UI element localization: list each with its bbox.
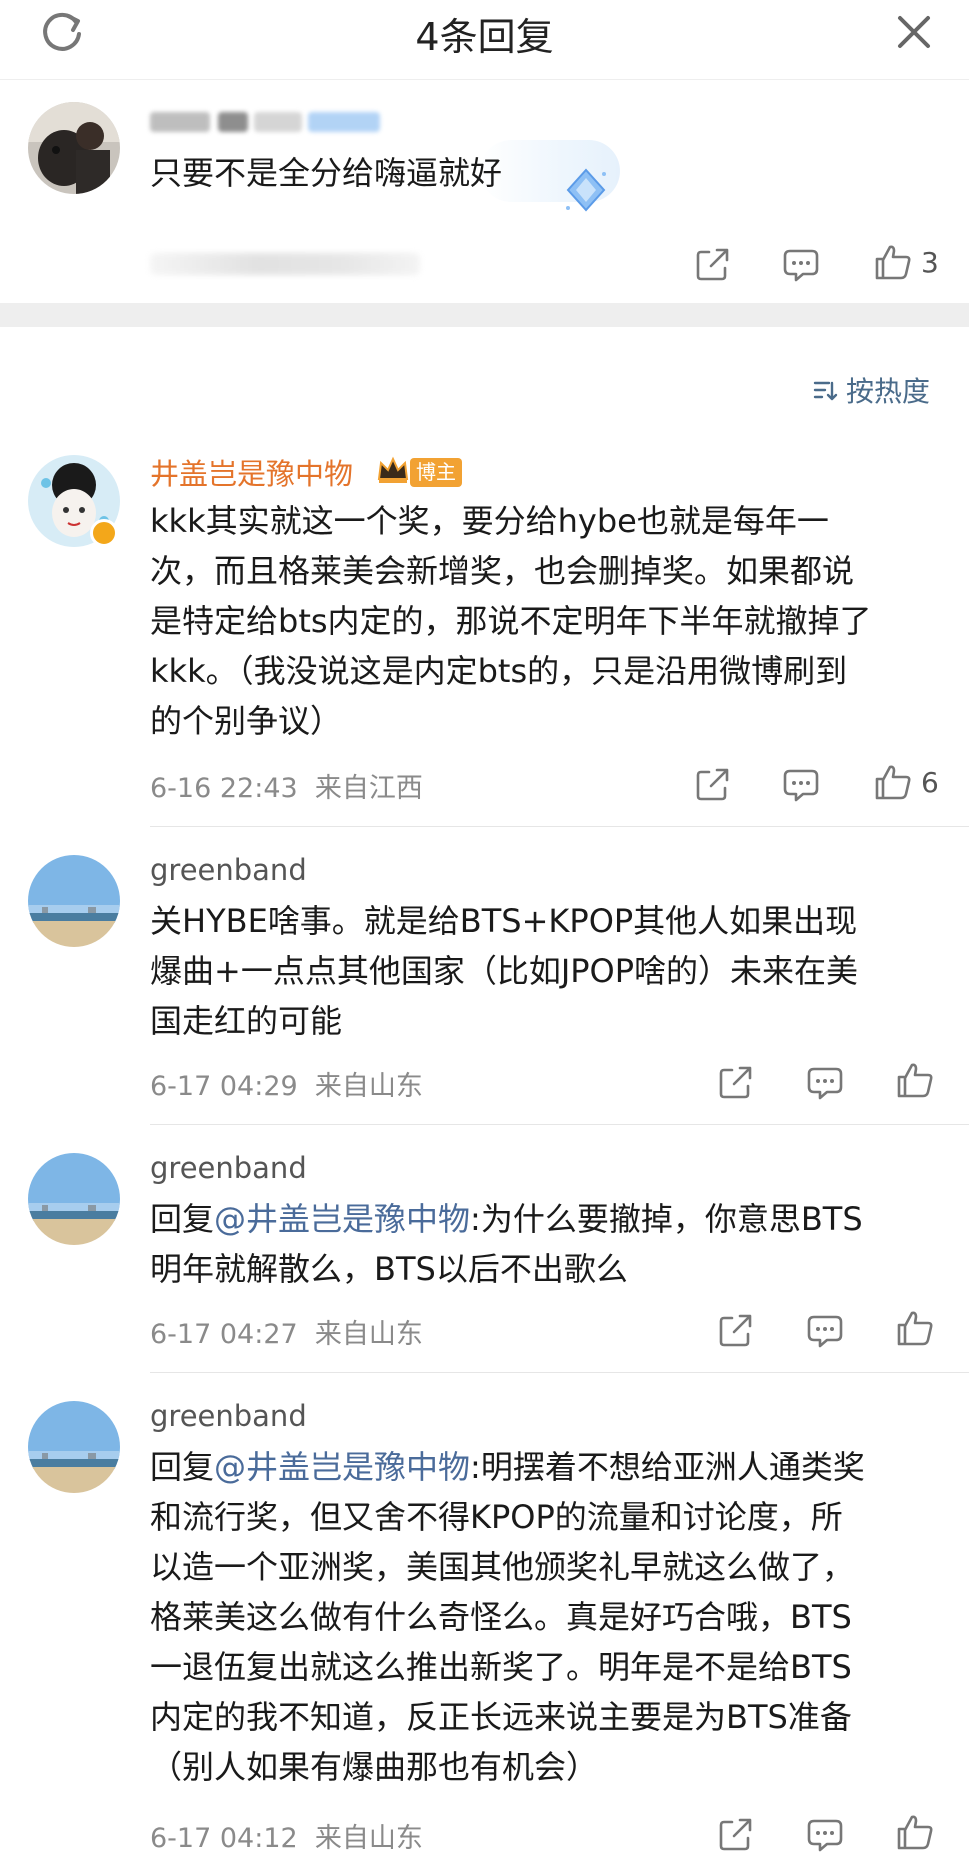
avatar[interactable] <box>28 1401 120 1493</box>
reply-text: 关HYBE啥事。就是给BTS+KPOP其他人如果出现 爆曲+一点点其他国家（比如… <box>150 902 859 1040</box>
reply-text: 回复@井盖岂是豫中物:为什么要撤掉，你意思BTS 明年就解散么，BTS以后不出歌… <box>150 1200 863 1288</box>
section-gap <box>0 303 969 327</box>
like-icon[interactable] <box>895 1812 935 1852</box>
close-icon[interactable] <box>890 8 938 56</box>
sort-icon[interactable] <box>812 377 840 405</box>
share-icon[interactable] <box>716 1310 756 1350</box>
comment-icon[interactable] <box>805 1814 845 1854</box>
blogger-tag: 博主 <box>410 458 462 487</box>
reply-author[interactable]: greenband <box>150 1151 307 1185</box>
reply-meta: 6-17 04:12 来自山东 <box>150 1823 423 1854</box>
like-icon[interactable] <box>895 1060 935 1100</box>
divider <box>150 1124 969 1125</box>
reply-author[interactable]: 井盖岂是豫中物 <box>150 451 353 493</box>
reply-meta: 6-16 22:43 来自江西 <box>150 773 423 804</box>
diamond-icon <box>560 164 612 216</box>
reply-text: 回复@井盖岂是豫中物:明摆着不想给亚洲人通类奖 和流行奖，但又舍不得KPOP的流… <box>150 1448 865 1786</box>
reply-author[interactable]: greenband <box>150 1399 307 1433</box>
blurred-username <box>150 108 380 136</box>
comment-text: 只要不是全分给嗨逼就好 <box>150 154 503 192</box>
like-icon[interactable] <box>873 242 913 282</box>
comment-icon[interactable] <box>781 244 821 284</box>
sort-by-hot-button[interactable]: 按热度 <box>846 370 930 410</box>
reply-header: 4条回复 <box>0 0 969 80</box>
like-count: 3 <box>921 246 939 279</box>
divider <box>150 826 969 827</box>
comment-icon[interactable] <box>805 1062 845 1102</box>
avatar[interactable] <box>28 1153 120 1245</box>
avatar[interactable] <box>28 855 120 947</box>
divider <box>150 1372 969 1373</box>
reply-meta: 6-17 04:27 来自山东 <box>150 1319 423 1350</box>
like-icon[interactable] <box>895 1308 935 1348</box>
like-count: 6 <box>921 766 939 799</box>
like-icon[interactable] <box>873 762 913 802</box>
share-icon[interactable] <box>716 1062 756 1102</box>
share-icon[interactable] <box>693 764 733 804</box>
verified-badge-icon <box>90 519 118 547</box>
page-title: 4条回复 <box>415 15 554 59</box>
share-icon[interactable] <box>693 244 733 284</box>
mention-link[interactable]: @井盖岂是豫中物 <box>214 1448 470 1486</box>
blurred-timestamp <box>150 253 420 275</box>
reply-meta: 6-17 04:29 来自山东 <box>150 1071 423 1102</box>
mention-link[interactable]: @井盖岂是豫中物 <box>214 1200 470 1238</box>
comment-icon[interactable] <box>805 1310 845 1350</box>
comment-icon[interactable] <box>781 764 821 804</box>
share-icon[interactable] <box>716 1814 756 1854</box>
crown-icon <box>376 455 410 485</box>
reply-author[interactable]: greenband <box>150 853 307 887</box>
avatar[interactable] <box>28 102 120 194</box>
reply-text: kkk其实就这一个奖，要分给hybe也就是每年一 次，而且格莱美会新增奖，也会删… <box>150 502 872 740</box>
